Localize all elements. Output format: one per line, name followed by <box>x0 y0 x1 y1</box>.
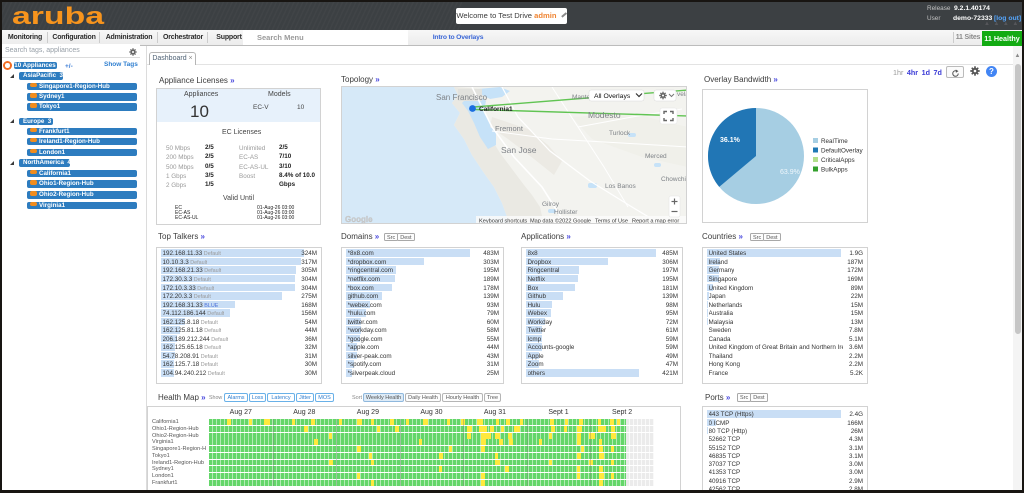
svg-text:Los Banos: Los Banos <box>605 183 636 190</box>
svg-text:Map data ©2022 Google: Map data ©2022 Google <box>530 218 591 225</box>
svg-text:Gilroy: Gilroy <box>542 201 560 208</box>
svg-text:Modesto: Modesto <box>588 110 621 120</box>
svg-text:BulkApps: BulkApps <box>821 167 848 174</box>
svg-text:vela: vela <box>677 91 687 98</box>
svg-text:California1: California1 <box>479 106 513 113</box>
svg-text:Keyboard shortcuts: Keyboard shortcuts <box>479 219 527 225</box>
svg-text:CriticalApps: CriticalApps <box>821 157 855 164</box>
svg-text:All Overlays: All Overlays <box>594 93 631 100</box>
svg-text:aruba: aruba <box>12 6 105 28</box>
svg-text:San Jose: San Jose <box>501 145 537 155</box>
svg-text:63.9%: 63.9% <box>780 169 800 176</box>
svg-text:Google: Google <box>345 215 373 224</box>
svg-text:Fremont: Fremont <box>495 124 524 133</box>
svg-text:Turlock: Turlock <box>609 130 631 137</box>
svg-text:36.1%: 36.1% <box>720 137 741 144</box>
svg-text:Hollister: Hollister <box>554 209 578 216</box>
svg-text:Terms of Use: Terms of Use <box>595 219 628 225</box>
svg-text:RealTime: RealTime <box>821 138 848 145</box>
svg-text:San Francisco: San Francisco <box>436 93 488 102</box>
svg-text:DefaultOverlay: DefaultOverlay <box>821 148 863 155</box>
svg-text:Merced: Merced <box>645 153 667 160</box>
svg-text:Report a map error: Report a map error <box>632 219 679 225</box>
svg-text:Chowchi: Chowchi <box>661 176 686 183</box>
